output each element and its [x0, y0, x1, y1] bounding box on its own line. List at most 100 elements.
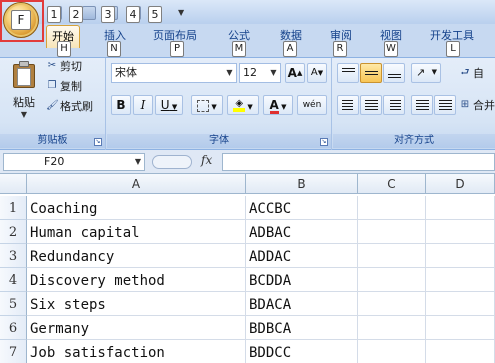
format-painter-button[interactable]: 🖌 格式刷 — [46, 98, 93, 114]
cell-b[interactable]: ACCBC — [246, 196, 358, 220]
column-header-a[interactable]: A — [27, 174, 246, 194]
table-row: 2 Human capital ADBAC — [0, 220, 495, 244]
align-center-button[interactable] — [360, 95, 382, 115]
font-size-select[interactable]: 12 ▼ — [239, 63, 281, 83]
row-header[interactable]: 3 — [0, 244, 27, 268]
row-header[interactable]: 6 — [0, 316, 27, 340]
cell-d[interactable] — [426, 268, 495, 292]
cell-d[interactable] — [426, 220, 495, 244]
cell-a[interactable]: Six steps — [27, 292, 246, 316]
row-header[interactable]: 2 — [0, 220, 27, 244]
copy-label: 复制 — [60, 80, 82, 93]
keytip-formulas: M — [232, 41, 246, 57]
cell-d[interactable] — [426, 196, 495, 220]
borders-button[interactable]: ▼ — [191, 95, 223, 115]
cell-a[interactable]: Human capital — [27, 220, 246, 244]
row-header[interactable]: 1 — [0, 196, 27, 220]
keytip-view: W — [384, 41, 398, 57]
decrease-indent-button[interactable] — [411, 95, 433, 115]
cell-a[interactable]: Redundancy — [27, 244, 246, 268]
chevron-down-icon[interactable]: ▼ — [135, 154, 141, 170]
grow-font-button[interactable]: A▲ — [285, 63, 305, 83]
fill-color-button[interactable]: ◈ ▼ — [227, 95, 259, 115]
name-box[interactable]: F20 ▼ — [3, 153, 145, 171]
align-middle-button[interactable] — [360, 63, 382, 83]
keytip-qat-4: 4 — [126, 6, 140, 23]
cell-b[interactable]: BDBCA — [246, 316, 358, 340]
format-painter-label: 格式刷 — [60, 100, 93, 113]
row-header[interactable]: 4 — [0, 268, 27, 292]
font-name-select[interactable]: 宋体 ▼ — [111, 63, 237, 83]
column-header-d[interactable]: D — [426, 174, 495, 194]
paste-button[interactable]: 粘贴 ▼ — [4, 60, 44, 120]
cell-c[interactable] — [358, 268, 426, 292]
align-top-button[interactable] — [337, 63, 359, 83]
row-header[interactable]: 7 — [0, 340, 27, 363]
cell-a[interactable]: Discovery method — [27, 268, 246, 292]
cell-b[interactable]: BDACA — [246, 292, 358, 316]
keytip-home: H — [57, 41, 71, 57]
cell-a[interactable]: Coaching — [27, 196, 246, 220]
cell-d[interactable] — [426, 292, 495, 316]
formula-input[interactable] — [222, 153, 495, 171]
cell-b[interactable]: ADDAC — [246, 244, 358, 268]
clipboard-launcher-icon[interactable]: ↘ — [94, 138, 102, 146]
table-row: 5 Six steps BDACA — [0, 292, 495, 316]
fx-icon[interactable]: fx — [201, 153, 212, 167]
font-launcher-icon[interactable]: ↘ — [320, 138, 328, 146]
italic-button[interactable]: I — [133, 95, 153, 115]
shrink-font-button[interactable]: A▼ — [307, 63, 327, 83]
keytip-qat-3: 3 — [101, 6, 115, 23]
underline-button[interactable]: U ▼ — [155, 95, 183, 115]
bold-button[interactable]: B — [111, 95, 131, 115]
merge-center-button[interactable]: ⊞ 合并 — [459, 97, 495, 113]
column-header-c[interactable]: C — [358, 174, 426, 194]
keytip-qat-1: 1 — [47, 6, 61, 23]
cell-d[interactable] — [426, 316, 495, 340]
qat-customize-icon[interactable]: ▼ — [178, 8, 186, 17]
font-size-value: 12 — [243, 66, 257, 79]
cell-a[interactable]: Job satisfaction — [27, 340, 246, 363]
cell-c[interactable] — [358, 220, 426, 244]
copy-button[interactable]: ❐ 复制 — [46, 78, 82, 94]
orientation-button[interactable]: ↗ ▼ — [411, 63, 441, 83]
clipboard-group-label: 剪贴板 — [0, 134, 105, 148]
borders-icon — [197, 99, 210, 112]
paste-label: 粘贴 — [13, 96, 35, 109]
cell-b[interactable]: BCDDA — [246, 268, 358, 292]
column-header-b[interactable]: B — [246, 174, 358, 194]
cell-a[interactable]: Germany — [27, 316, 246, 340]
paint-bucket-icon: ◈ — [233, 98, 246, 112]
keytip-insert: N — [107, 41, 121, 57]
keytip-page-layout: P — [170, 41, 184, 57]
cell-d[interactable] — [426, 340, 495, 363]
merge-icon: ⊞ — [460, 99, 470, 110]
cell-c[interactable] — [358, 340, 426, 363]
cell-b[interactable]: BDDCC — [246, 340, 358, 363]
cell-c[interactable] — [358, 196, 426, 220]
align-left-button[interactable] — [337, 95, 359, 115]
increase-indent-button[interactable] — [434, 95, 456, 115]
align-bottom-button[interactable] — [383, 63, 405, 83]
align-right-button[interactable] — [383, 95, 405, 115]
paste-dropdown-icon[interactable]: ▼ — [4, 110, 44, 119]
row-header[interactable]: 5 — [0, 292, 27, 316]
alignment-group: ↗ ▼ ⮐ 自 ⊞ 合并 对齐方式 — [333, 58, 495, 150]
cut-button[interactable]: ✂ 剪切 — [46, 58, 82, 74]
undo-icon[interactable] — [82, 5, 96, 21]
keytip-qat-5: 5 — [148, 6, 162, 23]
wrap-text-button[interactable]: ⮐ 自 — [459, 65, 485, 81]
font-color-button[interactable]: A ▼ — [263, 95, 293, 115]
cell-b[interactable]: ADBAC — [246, 220, 358, 244]
cell-c[interactable] — [358, 244, 426, 268]
phonetic-button[interactable]: wén — [297, 95, 327, 115]
keytip-office: F — [11, 10, 31, 30]
paste-icon — [11, 60, 37, 88]
cell-c[interactable] — [358, 292, 426, 316]
formula-bar-splitter[interactable] — [152, 155, 192, 169]
office-button[interactable]: F — [3, 2, 39, 38]
merge-label: 合并 — [473, 99, 495, 112]
select-all-corner[interactable] — [0, 174, 27, 194]
cell-c[interactable] — [358, 316, 426, 340]
cell-d[interactable] — [426, 244, 495, 268]
